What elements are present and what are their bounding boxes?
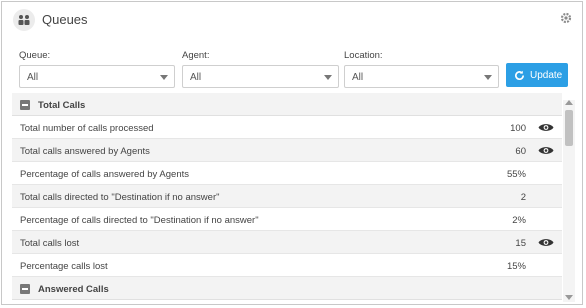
eye-icon[interactable] [538, 122, 554, 133]
chevron-down-icon [160, 75, 168, 80]
row-value: 2% [512, 215, 526, 226]
row-value: 2 [520, 192, 526, 203]
page-title: Queues [42, 12, 88, 27]
table-row: Percentage of calls directed to "Destina… [12, 208, 562, 231]
row-value: 55% [506, 169, 526, 180]
eye-icon[interactable] [538, 237, 554, 248]
table-row: Total number of calls processed 100 [12, 116, 562, 139]
agent-select-value: All [190, 72, 202, 83]
row-label: Total calls lost [20, 238, 80, 249]
row-label: Percentage calls lost [20, 261, 108, 272]
location-filter-label: Location: [344, 50, 383, 61]
section-title: Total Calls [38, 100, 86, 111]
row-label: Total number of calls processed [20, 123, 154, 134]
collapse-icon[interactable] [20, 284, 30, 294]
gear-icon[interactable] [559, 12, 573, 26]
row-label: Total calls answered by Agents [20, 146, 150, 157]
row-value: 100 [510, 123, 526, 134]
eye-icon[interactable] [538, 145, 554, 156]
location-select[interactable]: All [344, 65, 499, 88]
update-button[interactable]: Update [506, 63, 568, 87]
scroll-thumb[interactable] [565, 110, 573, 146]
widget-header: Queues [2, 2, 582, 38]
row-label: Total calls directed to "Destination if … [20, 192, 220, 203]
scroll-down-arrow-icon[interactable] [565, 295, 573, 300]
stats-table: Total Calls Total number of calls proces… [12, 93, 562, 303]
queue-select-value: All [27, 72, 39, 83]
table-row: Percentage calls lost 15% [12, 254, 562, 277]
row-label: Percentage of calls directed to "Destina… [20, 215, 259, 226]
queue-people-icon [13, 9, 35, 31]
scroll-up-arrow-icon[interactable] [565, 100, 573, 105]
vertical-scrollbar[interactable] [563, 100, 575, 302]
refresh-icon [515, 70, 524, 80]
row-value: 15 [515, 238, 526, 249]
location-select-value: All [352, 72, 364, 83]
agent-filter-label: Agent: [182, 50, 210, 61]
row-value: 15% [506, 261, 526, 272]
section-title: Answered Calls [38, 284, 109, 295]
row-value: 60 [515, 146, 526, 157]
chevron-down-icon [324, 75, 332, 80]
queues-widget: Queues Queue: All Agent: All Location: A… [1, 1, 583, 305]
section-total-calls[interactable]: Total Calls [12, 93, 562, 116]
row-label: Percentage of calls answered by Agents [20, 169, 189, 180]
collapse-icon[interactable] [20, 100, 30, 110]
filter-bar: Queue: All Agent: All Location: All [2, 46, 582, 90]
queue-select[interactable]: All [19, 65, 175, 88]
table-row: Total calls answered by Agents 60 [12, 139, 562, 162]
chevron-down-icon [484, 75, 492, 80]
table-row: Total calls lost 15 [12, 231, 562, 254]
update-button-label: Update [530, 69, 563, 81]
table-row: Percentage of calls answered by Agents 5… [12, 162, 562, 185]
section-answered-calls[interactable]: Answered Calls [12, 277, 562, 300]
queue-filter-label: Queue: [19, 50, 51, 61]
agent-select[interactable]: All [182, 65, 339, 88]
table-row: Total calls directed to "Destination if … [12, 185, 562, 208]
